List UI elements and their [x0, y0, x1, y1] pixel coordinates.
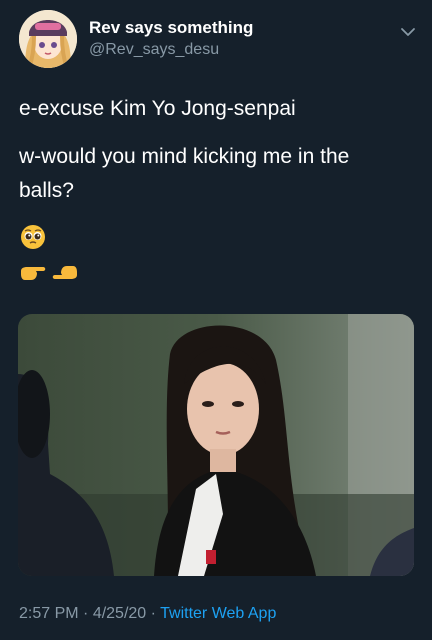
avatar[interactable] — [19, 10, 77, 68]
tweet-card: Rev says something @Rev_says_desu e-excu… — [0, 0, 432, 640]
source-app-link[interactable]: Twitter Web App — [160, 605, 276, 622]
tweet-metadata: 2:57 PM · 4/25/20 · Twitter Web App — [19, 603, 276, 625]
tweet-line: e-excuse Kim Yo Jong-senpai — [19, 97, 296, 120]
separator: · — [78, 605, 93, 622]
media-photo[interactable] — [18, 314, 414, 576]
tweet-line: balls? — [19, 179, 74, 202]
display-name[interactable]: Rev says something — [89, 17, 253, 39]
tweet-line: w-would you mind kicking me in the — [19, 145, 350, 168]
pleading-face-emoji — [19, 223, 47, 256]
tweet-date[interactable]: 4/25/20 — [93, 605, 146, 622]
separator: · — [146, 605, 161, 622]
chevron-down-icon[interactable] — [398, 22, 418, 42]
user-handle[interactable]: @Rev_says_desu — [89, 39, 253, 60]
tweet-text: e-excuse Kim Yo Jong-senpai w-would you … — [19, 92, 419, 208]
index-fingers-touching-emoji — [19, 262, 79, 289]
author-block[interactable]: Rev says something @Rev_says_desu — [89, 17, 253, 60]
anime-girl-avatar-icon — [19, 10, 77, 68]
woman-portrait-photo-icon — [18, 314, 414, 576]
tweet-time[interactable]: 2:57 PM — [19, 605, 79, 622]
